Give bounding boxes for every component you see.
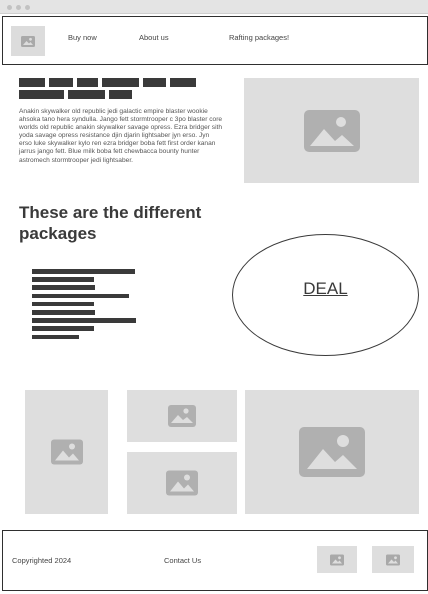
browser-titlebar (0, 0, 428, 14)
gallery-image-large (245, 390, 419, 514)
redacted-word (19, 78, 45, 87)
redacted-line (32, 277, 94, 282)
redacted-word (49, 78, 73, 87)
image-placeholder-icon (330, 554, 344, 565)
nav-link-rafting-packages[interactable]: Rafting packages! (229, 33, 289, 42)
footer-social-image-1[interactable] (317, 546, 357, 573)
redacted-word (143, 78, 166, 87)
hero-image (244, 78, 419, 183)
nav-link-buy-now[interactable]: Buy now (68, 33, 97, 42)
gallery-image-top (127, 390, 237, 442)
redacted-word (102, 78, 139, 87)
gallery-image-bottom (127, 452, 237, 514)
contact-us-link[interactable]: Contact Us (164, 556, 201, 565)
redacted-word (109, 90, 132, 99)
image-placeholder-icon (303, 109, 360, 152)
deal-button[interactable]: DEAL (232, 234, 419, 356)
redacted-line (32, 318, 136, 323)
image-placeholder-icon (21, 36, 35, 47)
intro-paragraph: Anakin skywalker old republic jedi galac… (19, 108, 223, 164)
redacted-line (32, 334, 79, 340)
packages-heading: These are the different packages (19, 203, 202, 243)
redacted-line (32, 301, 94, 307)
site-footer: Copyrighted 2024 Contact Us (2, 530, 428, 591)
redacted-word (77, 78, 98, 87)
copyright-text: Copyrighted 2024 (12, 556, 72, 565)
deal-label: DEAL (303, 279, 348, 298)
window-minimize-dot[interactable] (16, 5, 21, 10)
image-placeholder-icon (386, 554, 400, 565)
window-close-dot[interactable] (7, 5, 12, 10)
redacted-word (19, 90, 64, 99)
redacted-line (32, 293, 129, 299)
redacted-line (32, 326, 94, 331)
image-placeholder-icon (299, 427, 365, 477)
redacted-line (32, 285, 95, 290)
logo[interactable] (11, 26, 45, 56)
redacted-word (170, 78, 196, 87)
redacted-line (32, 310, 95, 315)
image-placeholder-icon (166, 470, 198, 496)
gallery-image-tall (25, 390, 108, 514)
image-placeholder-icon (50, 439, 83, 465)
nav-link-about-us[interactable]: About us (139, 33, 169, 42)
window-maximize-dot[interactable] (25, 5, 30, 10)
footer-social-image-2[interactable] (372, 546, 414, 573)
image-placeholder-icon (168, 405, 196, 427)
site-header: Buy now About us Rafting packages! (2, 16, 428, 65)
redacted-line (32, 269, 135, 274)
redacted-word (68, 90, 105, 99)
